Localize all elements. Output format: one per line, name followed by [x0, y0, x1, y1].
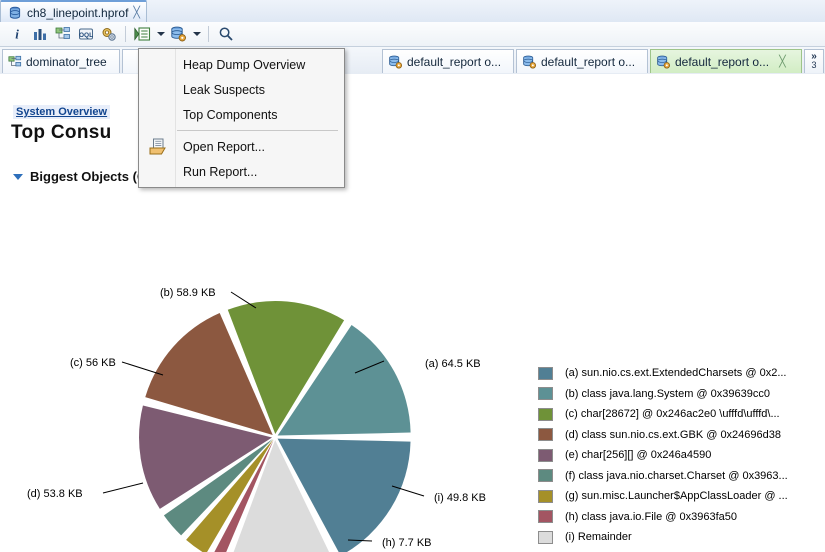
- tree-icon: [8, 55, 22, 69]
- legend-label: (f) class java.nio.charset.Charset @ 0x3…: [565, 470, 788, 482]
- tab-label: dominator_tree: [26, 55, 107, 69]
- legend-item[interactable]: (h) class java.io.File @ 0x3963fa50: [538, 507, 788, 528]
- pie-leader-line: [122, 362, 163, 375]
- tab-label: default_report o...: [407, 55, 501, 69]
- tab-overflow-count: 3: [811, 61, 816, 70]
- legend-color-swatch: [538, 490, 553, 503]
- tab-label: default_report o...: [675, 55, 769, 69]
- legend-color-swatch: [538, 469, 553, 482]
- pie-leader-line: [103, 483, 143, 493]
- legend-label: (c) char[28672] @ 0x246ac2e0 \ufffd\ufff…: [565, 408, 780, 420]
- close-icon[interactable]: ╳: [779, 56, 786, 67]
- legend-label: (e) char[256][] @ 0x246a4590: [565, 449, 711, 461]
- result-tab-bar: dominator_tree t o... default_report o..…: [0, 47, 825, 75]
- close-icon[interactable]: ╳: [133, 7, 140, 18]
- dominator-tree-button[interactable]: [52, 24, 73, 44]
- open-report-button[interactable]: [168, 24, 189, 44]
- tab-default-report-2[interactable]: default_report o...: [516, 49, 648, 73]
- tab-label: default_report o...: [541, 55, 635, 69]
- page-title: Top Consu: [11, 122, 112, 144]
- oql-button[interactable]: OQL: [75, 24, 96, 44]
- svg-text:OQL: OQL: [78, 32, 92, 39]
- menu-item-label: Top Components: [183, 108, 278, 122]
- pie-slice-value-label: (c) 56 KB: [70, 357, 116, 369]
- toolbar-separator-2: [208, 26, 209, 42]
- legend-color-swatch: [538, 408, 553, 421]
- bar-chart-icon: [32, 26, 48, 42]
- legend-label: (g) sun.misc.Launcher$AppClassLoader @ .…: [565, 490, 788, 502]
- pie-slice-value-label: (a) 64.5 KB: [425, 358, 481, 370]
- legend-color-swatch: [538, 531, 553, 544]
- legend-color-swatch: [538, 387, 553, 400]
- editor-titlebar: ch8_linepoint.hprof ╳: [0, 0, 825, 23]
- query-browser-dropdown-arrow[interactable]: [155, 24, 166, 44]
- legend-color-swatch: [538, 449, 553, 462]
- menu-item-open-report[interactable]: Open Report...: [139, 134, 344, 159]
- main-toolbar: i: [0, 22, 825, 47]
- legend-color-swatch: [538, 510, 553, 523]
- menu-item-label: Leak Suspects: [183, 83, 265, 97]
- info-icon: i: [9, 26, 25, 42]
- legend-label: (h) class java.io.File @ 0x3963fa50: [565, 511, 737, 523]
- histogram-button[interactable]: [29, 24, 50, 44]
- menu-item-leak-suspects[interactable]: Leak Suspects: [139, 77, 344, 102]
- heap-dump-icon: [8, 6, 22, 20]
- tab-default-report-active[interactable]: default_report o... ╳: [650, 49, 802, 73]
- legend-label: (d) class sun.nio.cs.ext.GBK @ 0x24696d3…: [565, 429, 781, 441]
- report-dropdown-arrow[interactable]: [191, 24, 202, 44]
- svg-text:i: i: [15, 27, 19, 42]
- report-dropdown-menu[interactable]: Heap Dump Overview Leak Suspects Top Com…: [138, 48, 345, 188]
- eclipse-mat-window: ch8_linepoint.hprof ╳ i: [0, 0, 825, 552]
- menu-separator: [177, 130, 338, 131]
- run-expert-system-button[interactable]: [132, 24, 153, 44]
- legend-item[interactable]: (b) class java.lang.System @ 0x39639cc0: [538, 384, 788, 405]
- chart-legend: (a) sun.nio.cs.ext.ExtendedCharsets @ 0x…: [538, 363, 788, 548]
- legend-item[interactable]: (a) sun.nio.cs.ext.ExtendedCharsets @ 0x…: [538, 363, 788, 384]
- menu-item-heap-dump-overview[interactable]: Heap Dump Overview: [139, 52, 344, 77]
- report-content: System Overview Top Consu Biggest Object…: [0, 74, 825, 552]
- query-browser-icon: [134, 26, 151, 42]
- legend-color-swatch: [538, 367, 553, 380]
- editor-tab-heapdump[interactable]: ch8_linepoint.hprof ╳: [0, 0, 147, 23]
- legend-item[interactable]: (d) class sun.nio.cs.ext.GBK @ 0x24696d3…: [538, 425, 788, 446]
- open-report-icon: [149, 138, 167, 155]
- overview-info-button[interactable]: i: [6, 24, 27, 44]
- legend-item[interactable]: (g) sun.misc.Launcher$AppClassLoader @ .…: [538, 486, 788, 507]
- find-button[interactable]: [215, 24, 236, 44]
- toolbar-separator-1: [125, 26, 126, 42]
- oql-icon: OQL: [78, 26, 94, 42]
- menu-item-label: Run Report...: [183, 165, 257, 179]
- legend-color-swatch: [538, 428, 553, 441]
- pie-slice-group: [139, 301, 411, 552]
- menu-item-label: Open Report...: [183, 140, 265, 154]
- report-icon: [656, 55, 671, 69]
- legend-item[interactable]: (c) char[28672] @ 0x246ac2e0 \ufffd\ufff…: [538, 404, 788, 425]
- legend-item[interactable]: (i) Remainder: [538, 527, 788, 548]
- tab-dominator-tree[interactable]: dominator_tree: [2, 49, 120, 73]
- legend-label: (b) class java.lang.System @ 0x39639cc0: [565, 388, 770, 400]
- pie-slice-value-label: (b) 58.9 KB: [160, 287, 216, 299]
- breadcrumb-system-overview[interactable]: System Overview: [13, 105, 110, 119]
- report-icon: [170, 26, 187, 42]
- menu-item-label: Heap Dump Overview: [183, 58, 305, 72]
- legend-label: (a) sun.nio.cs.ext.ExtendedCharsets @ 0x…: [565, 367, 787, 379]
- calculate-retained-size-button[interactable]: [98, 24, 119, 44]
- pie-slice-value-label: (d) 53.8 KB: [27, 488, 83, 500]
- legend-item[interactable]: (e) char[256][] @ 0x246a4590: [538, 445, 788, 466]
- pie-slice-value-label: (h) 7.7 KB: [382, 537, 432, 549]
- editor-tab-label: ch8_linepoint.hprof: [27, 6, 128, 20]
- gears-icon: [101, 26, 117, 42]
- report-icon: [522, 55, 537, 69]
- chevron-down-icon[interactable]: [13, 174, 23, 180]
- search-icon: [218, 26, 234, 42]
- tab-default-report-1[interactable]: default_report o...: [382, 49, 514, 73]
- legend-label: (i) Remainder: [565, 531, 632, 543]
- tab-overflow-button[interactable]: » 3: [804, 49, 824, 73]
- menu-item-top-components[interactable]: Top Components: [139, 102, 344, 127]
- menu-item-run-report[interactable]: Run Report...: [139, 159, 344, 184]
- pie-slice-value-label: (i) 49.8 KB: [434, 492, 486, 504]
- legend-item[interactable]: (f) class java.nio.charset.Charset @ 0x3…: [538, 466, 788, 487]
- tree-icon: [55, 26, 71, 42]
- report-icon: [388, 55, 403, 69]
